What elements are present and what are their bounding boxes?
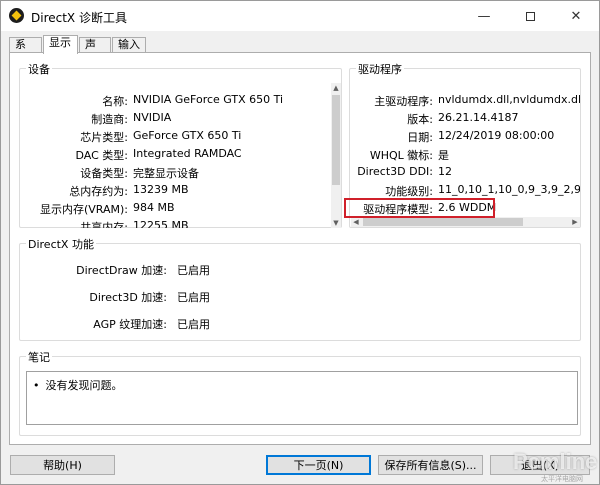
title-bar[interactable]: DirectX 诊断工具 — ✕ [1, 1, 599, 31]
driver-row-version: 版本: 26.21.14.4187 [407, 111, 519, 126]
notes-text-box[interactable]: • 没有发现问题。 [26, 371, 578, 425]
watermark-logo: Pcmline [513, 449, 598, 474]
driver-row-date: 日期: 12/24/2019 08:00:00 [407, 129, 555, 144]
device-vertical-scrollbar[interactable]: ▲ ▼ [331, 83, 341, 228]
device-scroll-thumb[interactable] [332, 95, 340, 185]
feature-row-agp-texture: AGP 纹理加速: 已启用 [93, 318, 210, 331]
maximize-icon [525, 11, 535, 21]
driver-model-highlight-box [344, 198, 495, 218]
tab-display[interactable]: 显示 [43, 35, 78, 54]
notes-group-title: 笔记 [26, 349, 52, 365]
device-row-device-type: 设备类型: 完整显示设备 [80, 167, 199, 180]
next-page-button[interactable]: 下一页(N) [266, 455, 371, 475]
driver-horizontal-scrollbar[interactable]: ◀ ▶ [351, 217, 580, 227]
device-group: 设备 名称: NVIDIA GeForce GTX 650 Ti 制造商: NV… [19, 61, 342, 228]
directx-app-icon [9, 8, 24, 23]
minimize-button[interactable]: — [461, 1, 507, 31]
driver-scroll-thumb[interactable] [363, 218, 523, 226]
window-title: DirectX 诊断工具 [31, 11, 127, 25]
maximize-button[interactable] [507, 1, 553, 31]
device-row-name: 名称: NVIDIA GeForce GTX 650 Ti [102, 93, 284, 108]
device-row-total-memory: 总内存约为: 13239 MB [69, 183, 189, 198]
scroll-left-icon[interactable]: ◀ [351, 217, 361, 227]
driver-row-whql: WHQL 徽标: 是 [369, 149, 449, 162]
close-icon: ✕ [570, 8, 582, 24]
driver-row-feature-levels: 功能级别: 11_0,10_1,10_0,9_3,9_2,9_1 [385, 183, 580, 198]
watermark-subtext: 太平洋电脑网 [541, 475, 583, 483]
device-group-title: 设备 [26, 61, 52, 77]
close-button[interactable]: ✕ [553, 1, 599, 31]
device-row-chip-type: 芯片类型: GeForce GTX 650 Ti [80, 129, 242, 144]
notes-group: 笔记 • 没有发现问题。 [19, 349, 581, 436]
device-row-shared-memory: 共享内存: 12255 MB [80, 219, 189, 228]
scroll-down-icon[interactable]: ▼ [331, 218, 341, 228]
tab-sound[interactable]: 声音 [79, 37, 111, 65]
directx-diag-window: DirectX 诊断工具 — ✕ 系统 显示 声音 输入 设备 名称: NVID… [0, 0, 600, 485]
tab-system[interactable]: 系统 [9, 37, 42, 65]
tab-input[interactable]: 输入 [112, 37, 146, 53]
directx-features-group: DirectX 功能 DirectDraw 加速: 已启用 Direct3D 加… [19, 236, 581, 341]
minimize-icon: — [477, 8, 491, 24]
feature-row-directdraw: DirectDraw 加速: 已启用 [76, 264, 210, 277]
driver-row-d3d-ddi: Direct3D DDI: 12 [357, 165, 452, 178]
driver-row-main-driver: 主驱动程序: nvldumdx.dll,nvldumdx.dll,nvldumd… [374, 93, 580, 108]
driver-group-title: 驱动程序 [356, 61, 404, 77]
device-row-manufacturer: 制造商: NVIDIA [91, 111, 172, 126]
scroll-up-icon[interactable]: ▲ [331, 83, 341, 93]
scroll-right-icon[interactable]: ▶ [570, 217, 580, 227]
save-all-info-button[interactable]: 保存所有信息(S)... [378, 455, 483, 475]
feature-row-direct3d: Direct3D 加速: 已启用 [89, 291, 210, 304]
directx-features-title: DirectX 功能 [26, 236, 96, 252]
bullet-icon: • [33, 379, 40, 392]
driver-info-list[interactable]: 主驱动程序: nvldumdx.dll,nvldumdx.dll,nvldumd… [350, 83, 580, 215]
device-row-vram: 显示内存(VRAM): 984 MB [39, 201, 175, 216]
display-tab-panel: 设备 名称: NVIDIA GeForce GTX 650 Ti 制造商: NV… [9, 52, 591, 445]
device-info-list[interactable]: 名称: NVIDIA GeForce GTX 650 Ti 制造商: NVIDI… [20, 83, 330, 228]
device-row-dac-type: DAC 类型: Integrated RAMDAC [75, 147, 242, 162]
help-button[interactable]: 帮助(H) [10, 455, 115, 475]
notes-item: • 没有发现问题。 [33, 379, 123, 392]
